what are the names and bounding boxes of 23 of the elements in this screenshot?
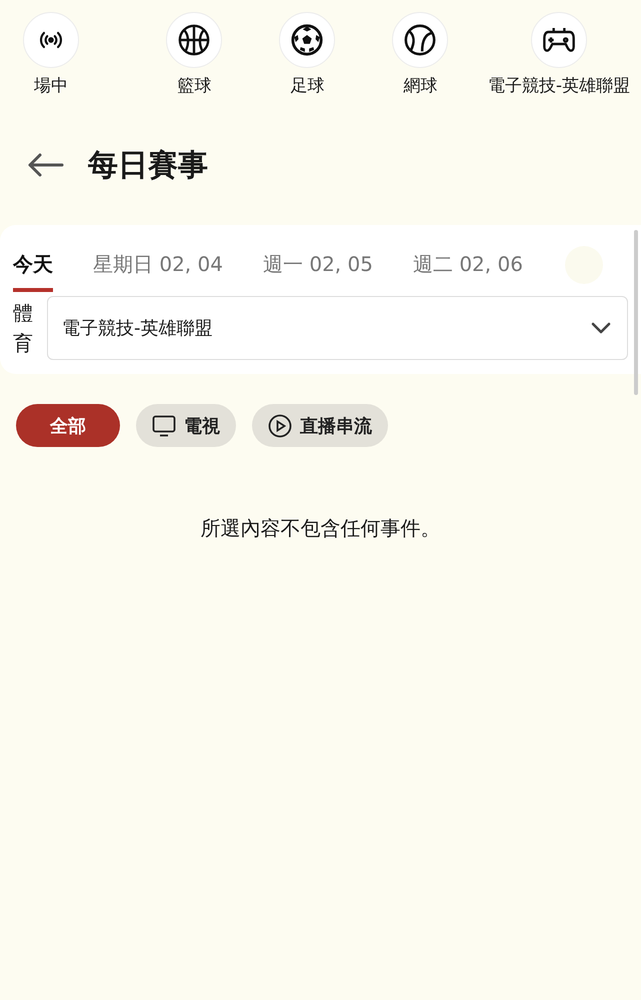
soccer-ball-icon: [290, 23, 324, 57]
sport-dropdown[interactable]: 電子競技-英雄聯盟: [47, 296, 628, 360]
date-tab[interactable]: 週二 02, 06: [412, 237, 523, 292]
filter-chip[interactable]: 電視: [136, 404, 236, 447]
sport-filter-label: 體育: [13, 300, 33, 357]
filter-chip[interactable]: 全部: [16, 404, 120, 447]
play-icon: [268, 414, 292, 438]
date-tab[interactable]: 週一 02, 05: [262, 237, 373, 292]
filter-chip[interactable]: 直播串流: [252, 404, 388, 447]
empty-message: 所選內容不包含任何事件。: [200, 515, 442, 542]
sport-label: 籃球: [177, 75, 212, 97]
date-tab[interactable]: 今天: [13, 237, 53, 292]
tv-icon: [152, 414, 176, 436]
date-tab[interactable]: 星期日 02, 04: [93, 237, 223, 292]
basketball-icon: [177, 23, 212, 57]
tennis-ball-icon: [403, 23, 438, 57]
page-title: 每日賽事: [88, 146, 208, 184]
sport-label: 網球: [403, 75, 438, 97]
sport-label: 電子競技-英雄聯盟: [488, 75, 630, 97]
back-arrow-icon[interactable]: [26, 152, 64, 178]
chevron-down-icon: [591, 322, 611, 334]
sport-label: 足球: [290, 75, 324, 97]
sport-label: 場中: [34, 75, 68, 97]
